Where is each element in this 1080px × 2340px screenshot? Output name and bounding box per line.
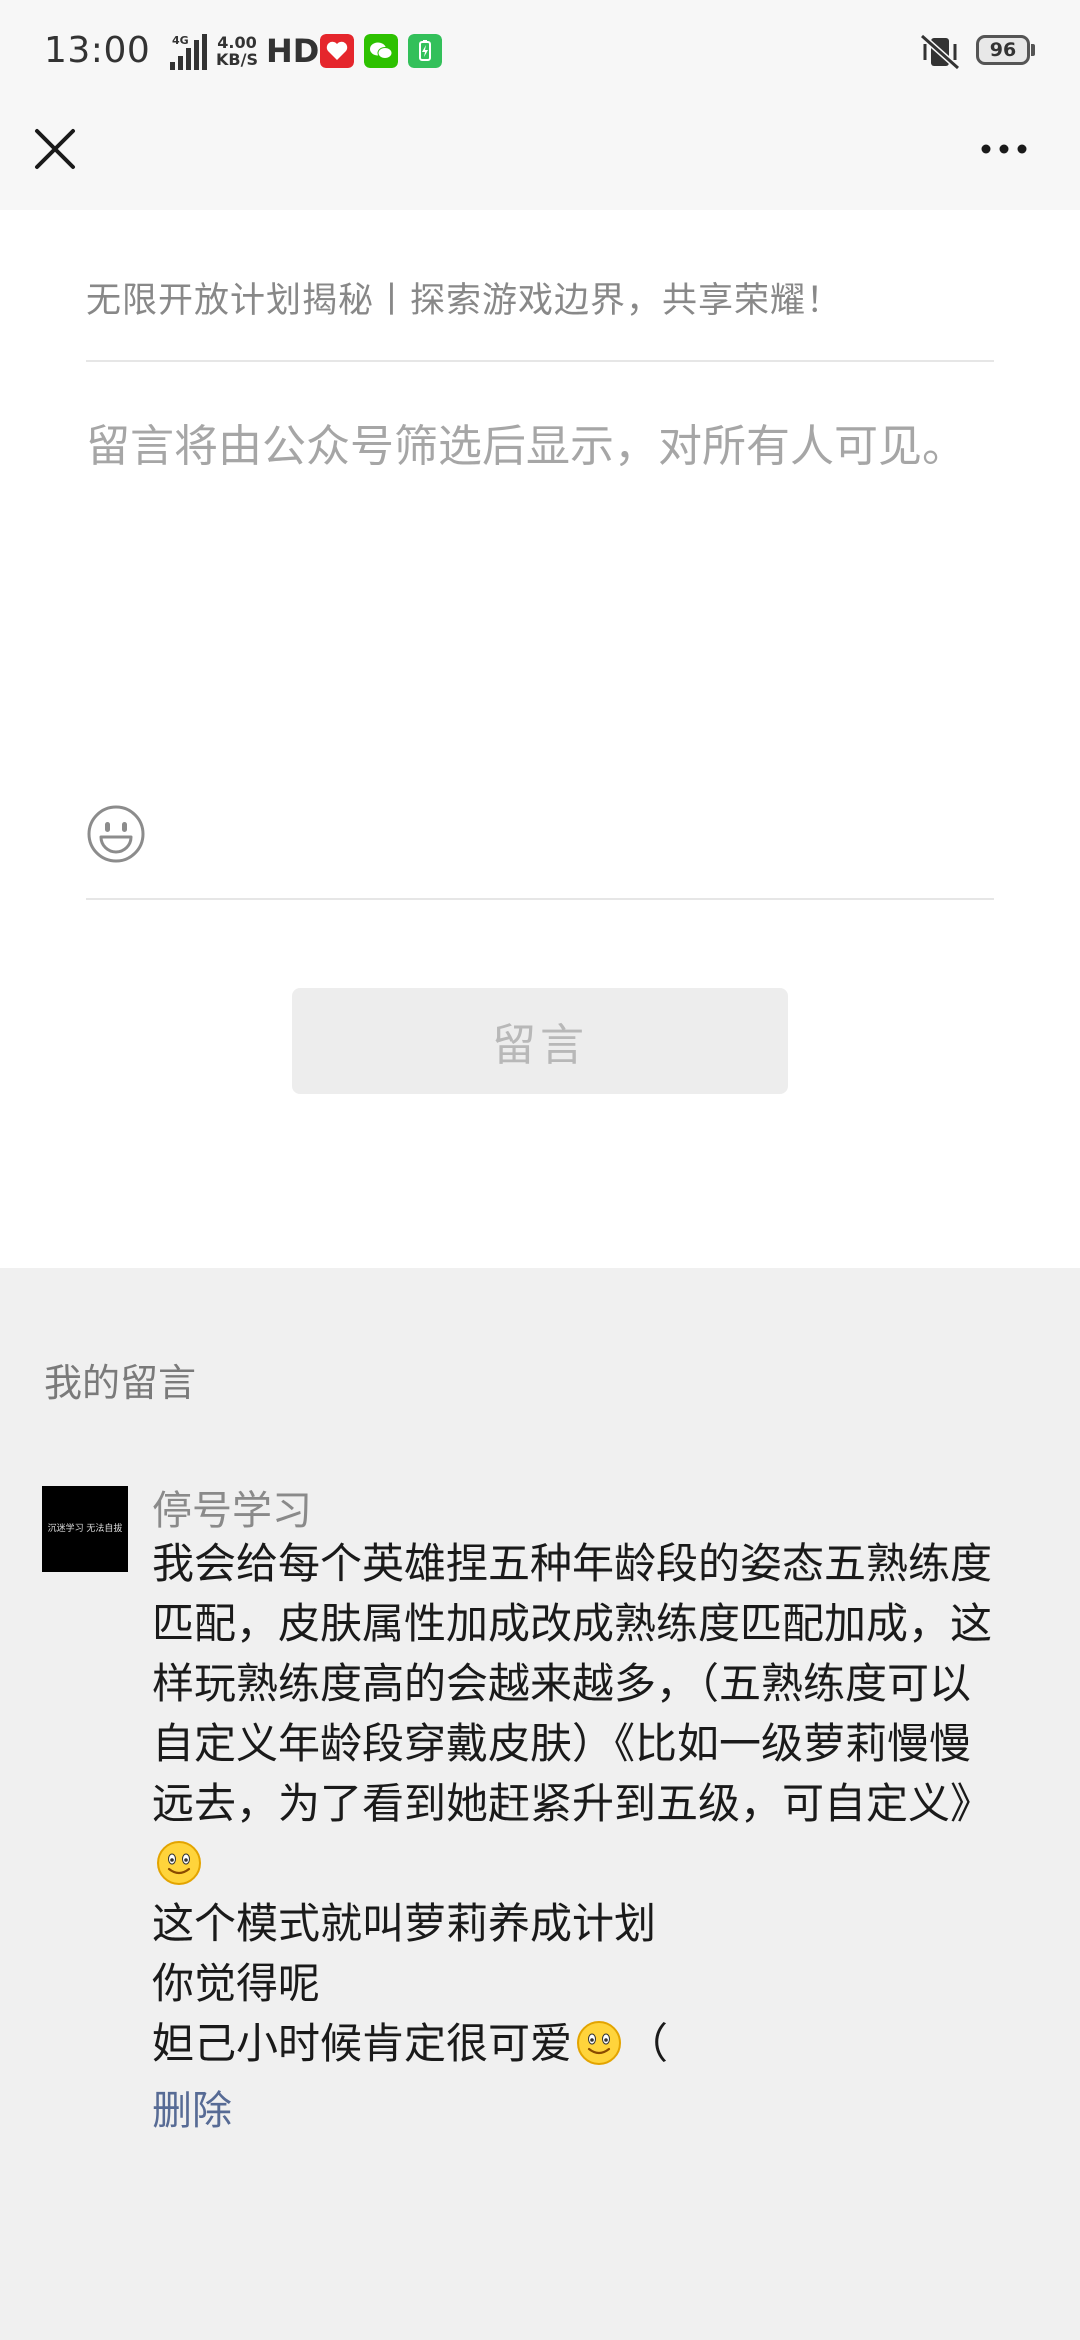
app-notification-icon <box>320 34 354 68</box>
signal-icon: 4G <box>170 34 207 70</box>
delete-comment-link[interactable]: 删除 <box>152 2078 232 2136</box>
comment-text-line: 你觉得呢 <box>152 1959 321 2008</box>
battery-saver-icon <box>408 34 442 68</box>
input-divider <box>86 898 994 900</box>
smile-emoji-icon <box>157 1841 201 1885</box>
status-bar: 13:00 4G 4.00 KB/S HD 96 <box>0 0 1080 100</box>
comment-input[interactable] <box>86 410 986 740</box>
article-title: 无限开放计划揭秘丨探索游戏边界，共享荣耀！ <box>86 281 843 321</box>
speed-value: 4.00 <box>217 33 257 52</box>
vibrate-mute-icon <box>920 33 960 71</box>
battery-indicator: 96 <box>976 35 1030 65</box>
avatar: 沉迷学习 无法自拔 <box>42 1486 128 1572</box>
hd-indicator: HD <box>266 32 320 70</box>
comment-text-line: 这个模式就叫萝莉养成计划 <box>152 1899 657 1948</box>
battery-tip <box>1031 44 1035 56</box>
network-speed: 4.00 KB/S <box>216 34 258 68</box>
wechat-icon <box>364 34 398 68</box>
comment-author: 停号学习 <box>152 1488 312 1534</box>
submit-comment-button[interactable]: 留言 <box>292 988 788 1094</box>
title-divider <box>86 360 994 362</box>
comment-body: 我会给每个英雄捏五种年龄段的姿态五熟练度匹配，皮肤属性加成改成熟练度匹配加成，这… <box>152 1534 1002 2074</box>
status-time: 13:00 <box>44 30 151 71</box>
speed-unit: KB/S <box>216 50 258 69</box>
smiley-face-icon[interactable] <box>86 804 146 864</box>
smile-emoji-icon <box>577 2021 622 2065</box>
close-icon[interactable] <box>28 122 82 176</box>
network-type: 4G <box>172 34 189 47</box>
nav-bar <box>0 100 1080 210</box>
section-title: 我的留言 <box>44 1361 197 1405</box>
my-comments-section: 我的留言 沉迷学习 无法自拔 停号学习 我会给每个英雄捏五种年龄段的姿态五熟练度… <box>0 1268 1080 2340</box>
comment-text-line: 妲己小时候肯定很可爱 <box>152 2019 573 2068</box>
comment-text-line: 我会给每个英雄捏五种年龄段的姿态五熟练度匹配，皮肤属性加成改成熟练度匹配加成，这… <box>152 1539 993 1828</box>
comment-text-line: （ <box>626 2019 669 2068</box>
more-dots-icon[interactable] <box>972 122 1036 176</box>
